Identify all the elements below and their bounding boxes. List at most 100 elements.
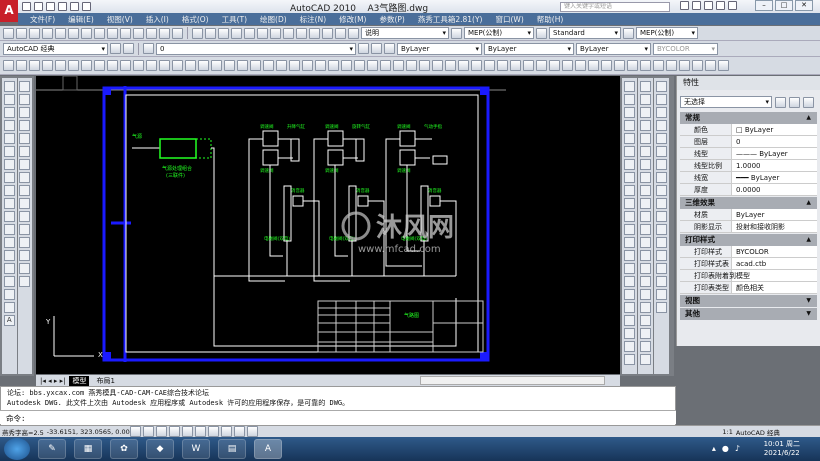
property-value[interactable]: 0.0000 (732, 184, 817, 195)
key-icon[interactable] (692, 1, 701, 10)
status-toggle[interactable] (129, 426, 141, 437)
toolbar-icon[interactable] (335, 27, 346, 39)
toolbar-icon[interactable] (656, 94, 667, 105)
property-row[interactable]: 图层 0 (680, 136, 817, 148)
status-toggle[interactable] (194, 426, 206, 437)
property-value[interactable]: BYCOLOR (732, 246, 817, 257)
dim-style-dropdown[interactable]: MEP(公制) (464, 27, 534, 39)
toolbar-icon[interactable] (471, 60, 482, 71)
toolbar-icon[interactable] (640, 60, 651, 71)
toolbar-icon[interactable] (640, 276, 651, 287)
toolbar-icon[interactable] (640, 250, 651, 261)
toolbar-icon[interactable] (640, 146, 651, 157)
revcloud-icon[interactable] (3, 172, 15, 183)
status-toggle[interactable] (142, 426, 154, 437)
taskbar-paint[interactable]: ✿ (110, 439, 138, 459)
polygon-icon[interactable] (3, 120, 15, 131)
section-1[interactable]: 三维效果 ▲ (680, 197, 817, 209)
erase-icon[interactable] (19, 81, 31, 92)
toolbar-icon[interactable] (624, 81, 635, 92)
toolbar-icon[interactable] (110, 43, 121, 54)
section-3[interactable]: 视图 ▼ (680, 295, 817, 307)
toolbar-icon[interactable] (406, 60, 417, 71)
plot-icon[interactable] (82, 2, 91, 11)
toolbar-icon[interactable] (614, 60, 625, 71)
tab-nav-buttons[interactable]: |◂ ◂ ▸ ▸| (40, 377, 65, 385)
toolbar-icon[interactable] (133, 60, 144, 71)
toolbar-icon[interactable] (283, 27, 294, 39)
toolbar-icon[interactable] (640, 107, 651, 118)
toolbar-icon[interactable] (624, 107, 635, 118)
toolbar-icon[interactable] (120, 60, 131, 71)
toolbar-icon[interactable] (640, 263, 651, 274)
toolbar-icon[interactable] (107, 27, 118, 39)
toolbar-icon[interactable] (172, 60, 183, 71)
toolbar-icon[interactable] (371, 43, 382, 54)
toolbar-icon[interactable] (211, 60, 222, 71)
status-toggle[interactable] (155, 426, 167, 437)
select-objects-icon[interactable] (789, 96, 800, 108)
toolbar-icon[interactable] (624, 250, 635, 261)
toolbar-icon[interactable] (624, 211, 635, 222)
taskbar-autocad[interactable]: A (254, 439, 282, 459)
line-icon[interactable] (3, 81, 15, 92)
toolbar-icon[interactable] (624, 120, 635, 131)
break-icon[interactable] (19, 224, 31, 235)
toolbar-icon[interactable] (624, 224, 635, 235)
tray-network-icon[interactable]: ● (722, 444, 729, 453)
toolbar-icon[interactable] (640, 211, 651, 222)
toolbar-icon[interactable] (133, 27, 144, 39)
tab-layout1[interactable]: 布局1 (93, 376, 117, 386)
menu-item[interactable]: 编辑(E) (68, 14, 94, 25)
toolbar-icon[interactable] (624, 185, 635, 196)
drawing-canvas[interactable]: 气源 气源处理组合 (三联件) 调速阀 升降气缸 调速阀 消音器 电磁阀(双电) 调速阀旋… (36, 75, 620, 374)
property-value[interactable]: 0 (732, 136, 817, 147)
spline-icon[interactable] (3, 185, 15, 196)
workspace-dropdown[interactable]: AutoCAD 经典 (3, 42, 108, 55)
toolbar-icon[interactable] (656, 263, 667, 274)
selection-dropdown[interactable]: 无选择 (680, 96, 772, 108)
toolbar-icon[interactable] (624, 289, 635, 300)
toolbar-icon[interactable] (640, 120, 651, 131)
toolbar-icon[interactable] (656, 81, 667, 92)
property-row[interactable]: 打印表附着到 模型 (680, 270, 817, 282)
xline-icon[interactable] (3, 94, 15, 105)
table-icon[interactable] (3, 302, 15, 313)
toolbar-icon[interactable] (640, 237, 651, 248)
toolbar-icon[interactable] (549, 60, 560, 71)
tray-volume-icon[interactable]: ♪ (735, 444, 740, 453)
grip-br[interactable] (480, 352, 488, 360)
explode-icon[interactable] (19, 276, 31, 287)
toolbar-icon[interactable] (497, 60, 508, 71)
toolbar-icon[interactable] (94, 27, 105, 39)
toolbar-icon[interactable] (640, 328, 651, 339)
toolbar-icon[interactable] (123, 43, 134, 54)
taskbar-calculator[interactable]: ▦ (74, 439, 102, 459)
toolbar-icon[interactable] (679, 60, 690, 71)
property-value[interactable]: 颜色相关 (732, 282, 817, 293)
grip-bl[interactable] (103, 352, 111, 360)
toolbar-icon[interactable] (656, 146, 667, 157)
close-button[interactable]: ✕ (795, 0, 813, 11)
mirror-icon[interactable] (19, 107, 31, 118)
toolbar-icon[interactable] (624, 328, 635, 339)
toolbar-icon[interactable] (656, 211, 667, 222)
toolbar-icon[interactable] (159, 27, 170, 39)
property-value[interactable]: 投射和接收阴影 (732, 221, 817, 232)
toolbar-icon[interactable] (656, 250, 667, 261)
grip-tl[interactable] (103, 87, 111, 95)
toolbar-icon[interactable] (624, 315, 635, 326)
toolbar-icon[interactable] (143, 43, 154, 54)
toolbar-icon[interactable] (3, 27, 14, 39)
region-icon[interactable] (3, 289, 15, 300)
toolbar-icon[interactable] (341, 60, 352, 71)
save-icon[interactable] (46, 2, 55, 11)
toolbar-icon[interactable] (393, 60, 404, 71)
collapse-icon[interactable]: ▲ (806, 197, 811, 209)
tab-model[interactable]: 模型 (69, 375, 90, 386)
toolbar-icon[interactable] (624, 237, 635, 248)
gradient-icon[interactable] (3, 276, 15, 287)
toolbar-icon[interactable] (656, 120, 667, 131)
scale-icon[interactable] (19, 172, 31, 183)
menu-item[interactable]: 绘图(D) (260, 14, 287, 25)
